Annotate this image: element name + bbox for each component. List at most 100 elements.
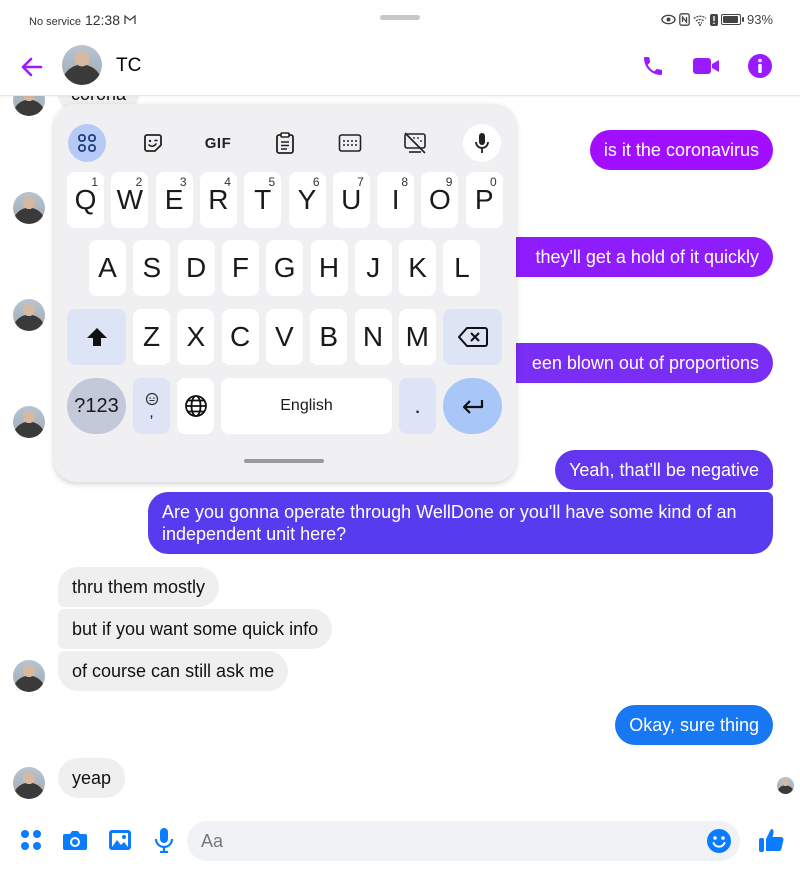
video-call-button[interactable] — [692, 52, 720, 80]
key-n[interactable]: N — [354, 309, 392, 365]
battery-percent: 93% — [746, 12, 773, 27]
sender-avatar — [13, 299, 45, 331]
key-z[interactable]: Z — [133, 309, 170, 365]
key-x[interactable]: X — [177, 309, 215, 365]
key-s[interactable]: S — [133, 240, 171, 296]
message-input[interactable] — [187, 821, 740, 861]
key-e[interactable]: E3 — [155, 172, 193, 228]
message-incoming[interactable]: but if you want some quick info — [58, 609, 333, 649]
clipboard-icon — [276, 132, 294, 154]
smiley-icon — [707, 829, 731, 853]
info-icon — [748, 54, 772, 78]
key-i[interactable]: I8 — [377, 172, 415, 228]
sender-avatar — [13, 192, 45, 224]
shift-key[interactable] — [67, 309, 126, 365]
conversation-info-button[interactable] — [746, 52, 774, 80]
message-incoming[interactable]: yeap — [58, 758, 126, 798]
symbols-key[interactable]: ?123 — [67, 378, 126, 434]
emoji-button[interactable] — [706, 828, 732, 854]
message-incoming[interactable]: thru them mostly — [58, 567, 220, 607]
voice-call-button[interactable] — [639, 52, 667, 80]
voice-input-button[interactable] — [463, 124, 501, 162]
clipboard-button[interactable] — [266, 124, 304, 162]
key-t[interactable]: T5 — [244, 172, 282, 228]
contact-name[interactable]: TC — [116, 55, 141, 77]
message-outgoing[interactable]: they'll get a hold of it quickly — [473, 237, 773, 277]
key-number-hint: 0 — [490, 175, 497, 189]
status-bar: No service 12:38 93% — [0, 0, 800, 42]
keyboard-layout-button[interactable] — [331, 124, 369, 162]
keyboard-apps-button[interactable] — [68, 124, 106, 162]
message-outgoing[interactable]: Yeah, that'll be negative — [555, 450, 773, 490]
keyboard-layout-icon — [338, 134, 362, 152]
sender-avatar — [13, 660, 45, 692]
camera-icon — [63, 831, 87, 850]
message-incoming[interactable]: of course can still ask me — [58, 651, 289, 691]
keyboard-drag-handle[interactable] — [244, 459, 324, 463]
voice-clip-button[interactable] — [151, 827, 177, 853]
status-left: No service 12:38 — [29, 12, 136, 28]
key-b[interactable]: B — [310, 309, 348, 365]
message-outgoing[interactable]: een blown out of proportions — [488, 343, 773, 383]
alert-icon — [709, 13, 718, 26]
video-icon — [693, 58, 719, 74]
microphone-icon — [154, 828, 174, 853]
space-key[interactable]: English — [221, 378, 392, 434]
sender-avatar — [13, 96, 45, 116]
key-number-hint: 9 — [445, 175, 453, 189]
key-u[interactable]: U7 — [332, 172, 370, 228]
backspace-icon — [457, 327, 488, 347]
key-k[interactable]: K — [399, 240, 437, 296]
key-l[interactable]: L — [443, 240, 481, 296]
backspace-key[interactable] — [443, 309, 502, 365]
key-p[interactable]: P0 — [465, 172, 503, 228]
camera-button[interactable] — [62, 827, 88, 853]
gallery-button[interactable] — [107, 827, 133, 853]
enter-key[interactable] — [443, 378, 502, 434]
comma-emoji-key[interactable]: , — [133, 378, 170, 434]
key-y[interactable]: Y6 — [288, 172, 326, 228]
language-key[interactable] — [177, 378, 214, 434]
microphone-icon — [475, 133, 489, 153]
apps-grid-icon — [78, 134, 96, 152]
sticker-button[interactable] — [134, 124, 172, 162]
key-number-hint: 1 — [91, 175, 98, 189]
message-outgoing[interactable]: Are you gonna operate through WellDone o… — [148, 492, 773, 554]
key-f[interactable]: F — [221, 240, 259, 296]
key-r[interactable]: R4 — [199, 172, 237, 228]
message-outgoing[interactable]: is it the coronavirus — [589, 130, 773, 170]
thumbs-up-icon — [759, 829, 784, 852]
key-m[interactable]: M — [398, 309, 436, 365]
key-q[interactable]: Q1 — [67, 172, 104, 228]
message-outgoing[interactable]: Okay, sure thing — [615, 705, 773, 745]
key-h[interactable]: H — [310, 240, 348, 296]
key-c[interactable]: C — [221, 309, 259, 365]
key-j[interactable]: J — [354, 240, 392, 296]
hide-keyboard-button[interactable] — [396, 124, 434, 162]
floating-keyboard[interactable]: GIF Q1W2E3R4T5Y6U7I8O9P0 ASDFGHJKL ZXCVB… — [54, 104, 516, 482]
contact-avatar[interactable] — [62, 45, 102, 85]
battery-level — [722, 16, 738, 23]
sender-avatar — [13, 406, 45, 438]
period-key[interactable]: . — [399, 378, 436, 434]
key-number-hint: 4 — [224, 175, 231, 189]
key-g[interactable]: G — [266, 240, 304, 296]
key-a[interactable]: A — [89, 240, 126, 296]
message-composer — [0, 810, 800, 870]
carrier-status: No service — [29, 16, 81, 28]
more-actions-button[interactable] — [18, 827, 44, 853]
clock: 12:38 — [84, 12, 121, 28]
back-button[interactable] — [18, 53, 46, 81]
like-button[interactable] — [756, 825, 786, 855]
key-d[interactable]: D — [177, 240, 215, 296]
sticker-icon — [144, 134, 162, 152]
key-w[interactable]: W2 — [111, 172, 149, 228]
key-v[interactable]: V — [265, 309, 303, 365]
enter-icon — [462, 400, 483, 414]
status-right: 93% — [661, 12, 773, 27]
key-number-hint: 7 — [357, 175, 364, 189]
key-o[interactable]: O9 — [421, 172, 459, 228]
gif-button[interactable]: GIF — [199, 124, 237, 162]
key-number-hint: 6 — [312, 175, 320, 189]
comma-label: , — [149, 404, 154, 421]
